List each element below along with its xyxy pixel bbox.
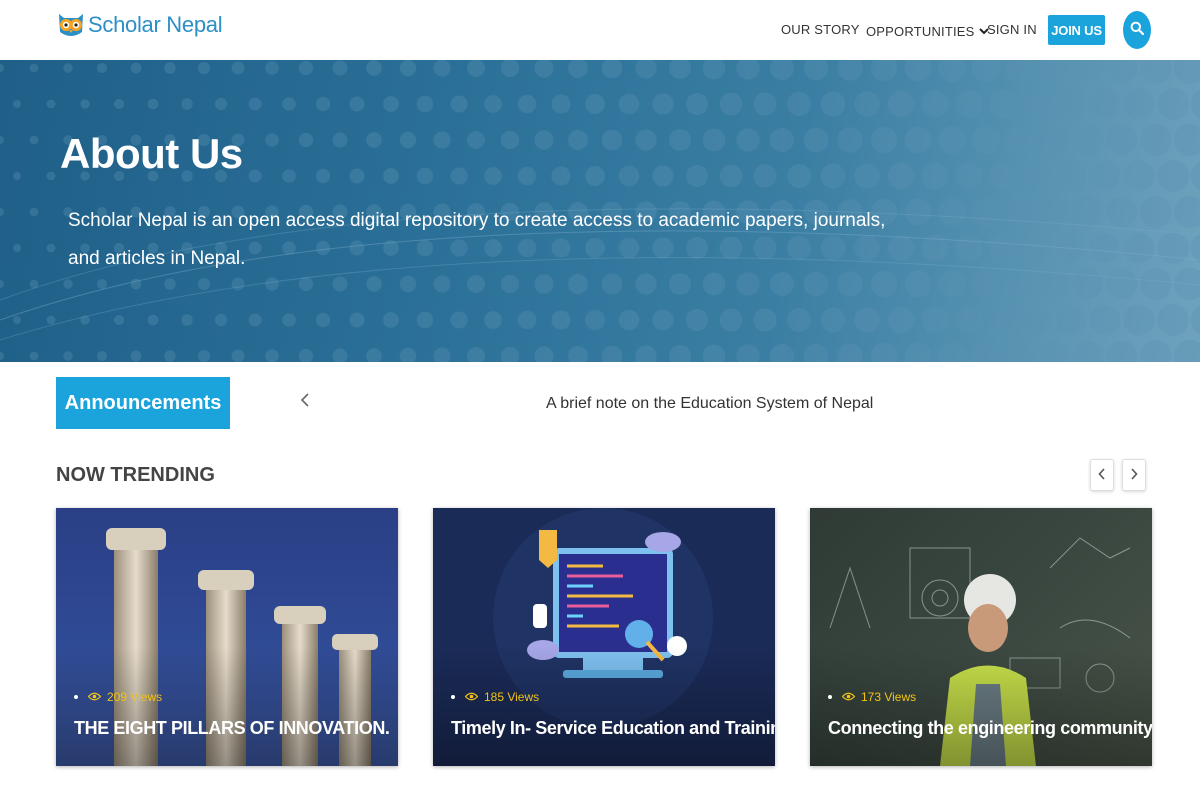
eye-icon (87, 690, 102, 704)
card-overlay (56, 646, 398, 766)
logo-text: Scholar Nepal (88, 12, 223, 37)
eye-icon (464, 690, 479, 704)
trending-prev-button[interactable] (1090, 459, 1114, 491)
views-label: 185 Views (484, 690, 540, 704)
join-us-button[interactable]: JOIN US (1048, 15, 1105, 45)
nav-sign-in[interactable]: SIGN IN (987, 22, 1037, 37)
bullet-dot (828, 695, 832, 699)
card-title[interactable]: Connecting the engineering community (828, 718, 1152, 739)
views-count: 185 Views (451, 690, 539, 704)
about-hero-banner: About Us Scholar Nepal is an open access… (0, 60, 1200, 362)
trending-card[interactable]: 185 Views Timely In- Service Education a… (433, 508, 775, 766)
card-overlay (433, 646, 775, 766)
page-title: About Us (60, 130, 243, 177)
chevron-left-icon (300, 392, 310, 412)
views-count: 209 Views (74, 690, 162, 704)
chevron-left-icon (1098, 467, 1106, 483)
views-label: 209 Views (107, 690, 163, 704)
search-icon (1130, 21, 1145, 40)
bullet-dot (74, 695, 78, 699)
card-overlay (810, 646, 1152, 766)
nav-opportunities[interactable]: OPPORTUNITIES (866, 24, 989, 39)
eye-icon (841, 690, 856, 704)
trending-card[interactable]: 209 Views THE EIGHT PILLARS OF INNOVATIO… (56, 508, 398, 766)
nav-opportunities-label: OPPORTUNITIES (866, 24, 975, 39)
views-count: 173 Views (828, 690, 916, 704)
announcement-headline[interactable]: A brief note on the Education System of … (546, 395, 873, 413)
views-label: 173 Views (861, 690, 917, 704)
announcements-button[interactable]: Announcements (56, 377, 230, 429)
chevron-right-icon (1130, 467, 1138, 483)
owl-logo-icon (56, 10, 86, 40)
search-button[interactable] (1123, 11, 1151, 49)
site-header: Scholar Nepal OUR STORY OPPORTUNITIES SI… (0, 0, 1200, 60)
trending-heading: NOW TRENDING (56, 464, 215, 486)
card-title[interactable]: Timely In- Service Education and Trainin… (451, 718, 775, 739)
trending-next-button[interactable] (1122, 459, 1146, 491)
card-title[interactable]: THE EIGHT PILLARS OF INNOVATION. (74, 718, 390, 739)
trending-card[interactable]: 173 Views Connecting the engineering com… (810, 508, 1152, 766)
site-logo[interactable]: Scholar Nepal (56, 10, 223, 40)
hero-description: Scholar Nepal is an open access digital … (68, 210, 886, 269)
nav-our-story[interactable]: OUR STORY (781, 22, 860, 37)
bullet-dot (451, 695, 455, 699)
announcement-prev-button[interactable] (300, 392, 310, 413)
